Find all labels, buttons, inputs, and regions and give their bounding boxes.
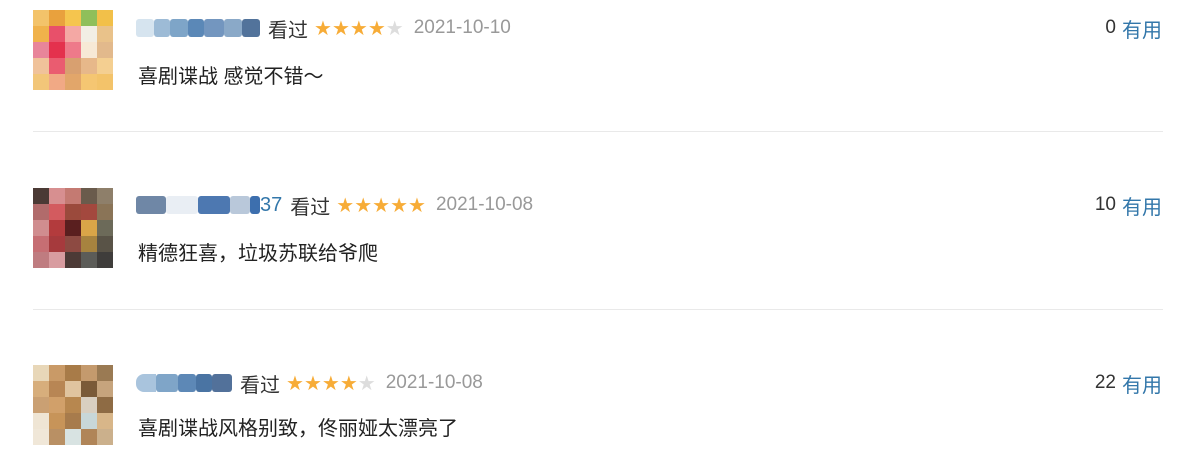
vote-count: 22: [1094, 372, 1116, 393]
username-link[interactable]: [136, 13, 260, 43]
username-link[interactable]: 37: [136, 190, 282, 220]
comment-item: 37 看过 ★ ★ ★ ★ ★ 2021-10-08 10 有用 精德狂喜，垃圾苏联给爷…: [0, 177, 1200, 277]
comment-meta: 看过 ★ ★ ★ ★ ★ 2021-10-10: [136, 13, 511, 43]
rating-stars: ★ ★ ★ ★ ★: [314, 18, 404, 38]
star-icon: ★: [354, 193, 373, 217]
comment-date: 2021-10-08: [435, 194, 534, 215]
star-icon: ★: [408, 193, 426, 217]
star-icon: ★: [321, 371, 340, 395]
star-icon: ★: [372, 193, 391, 217]
username-link[interactable]: [136, 368, 232, 398]
star-icon: ★: [349, 16, 368, 40]
star-icon: ★: [303, 371, 322, 395]
star-icon: ★: [286, 371, 304, 395]
comment-text: 喜剧谍战 感觉不错～: [138, 66, 324, 88]
comment-meta: 37 看过 ★ ★ ★ ★ ★ 2021-10-08: [136, 190, 533, 220]
useful-button[interactable]: 有用: [1122, 369, 1162, 398]
star-icon: ★: [314, 16, 332, 40]
comment-text: 精德狂喜，垃圾苏联给爷爬: [138, 243, 378, 265]
vote-area: 0 有用: [1105, 13, 1162, 43]
watch-status: 看过: [290, 196, 331, 219]
comment-item: 看过 ★ ★ ★ ★ ★ 2021-10-08 22 有用 喜剧谍战风格别致，佟丽娅太漂…: [0, 355, 1200, 455]
avatar[interactable]: [33, 365, 113, 445]
vote-count: 0: [1105, 17, 1116, 38]
watch-status: 看过: [240, 374, 280, 397]
comment-text: 喜剧谍战风格别致，佟丽娅太漂亮了: [138, 418, 458, 440]
star-icon: ★: [385, 16, 404, 40]
star-icon: ★: [339, 371, 358, 395]
rating-stars: ★ ★ ★ ★ ★: [336, 195, 426, 215]
comment-meta: 看过 ★ ★ ★ ★ ★ 2021-10-08: [136, 368, 483, 398]
vote-area: 22 有用: [1095, 368, 1162, 398]
vote-area: 10 有用: [1095, 190, 1162, 220]
vote-count: 10: [1094, 194, 1116, 215]
watch-status: 看过: [268, 19, 308, 42]
star-icon: ★: [336, 193, 355, 217]
star-icon: ★: [331, 16, 350, 40]
star-icon: ★: [390, 193, 408, 217]
divider: [33, 309, 1163, 310]
star-icon: ★: [357, 371, 376, 395]
comment-date: 2021-10-08: [385, 372, 483, 393]
divider: [33, 131, 1163, 132]
avatar[interactable]: [33, 188, 113, 268]
comment-item: 看过 ★ ★ ★ ★ ★ 2021-10-10 0 有用 喜剧谍战 感觉不错～: [0, 0, 1200, 100]
useful-button[interactable]: 有用: [1122, 191, 1162, 220]
rating-stars: ★ ★ ★ ★ ★: [286, 373, 376, 393]
comment-date: 2021-10-10: [413, 17, 511, 38]
avatar[interactable]: [33, 10, 113, 90]
star-icon: ★: [367, 16, 386, 40]
useful-button[interactable]: 有用: [1122, 14, 1162, 43]
